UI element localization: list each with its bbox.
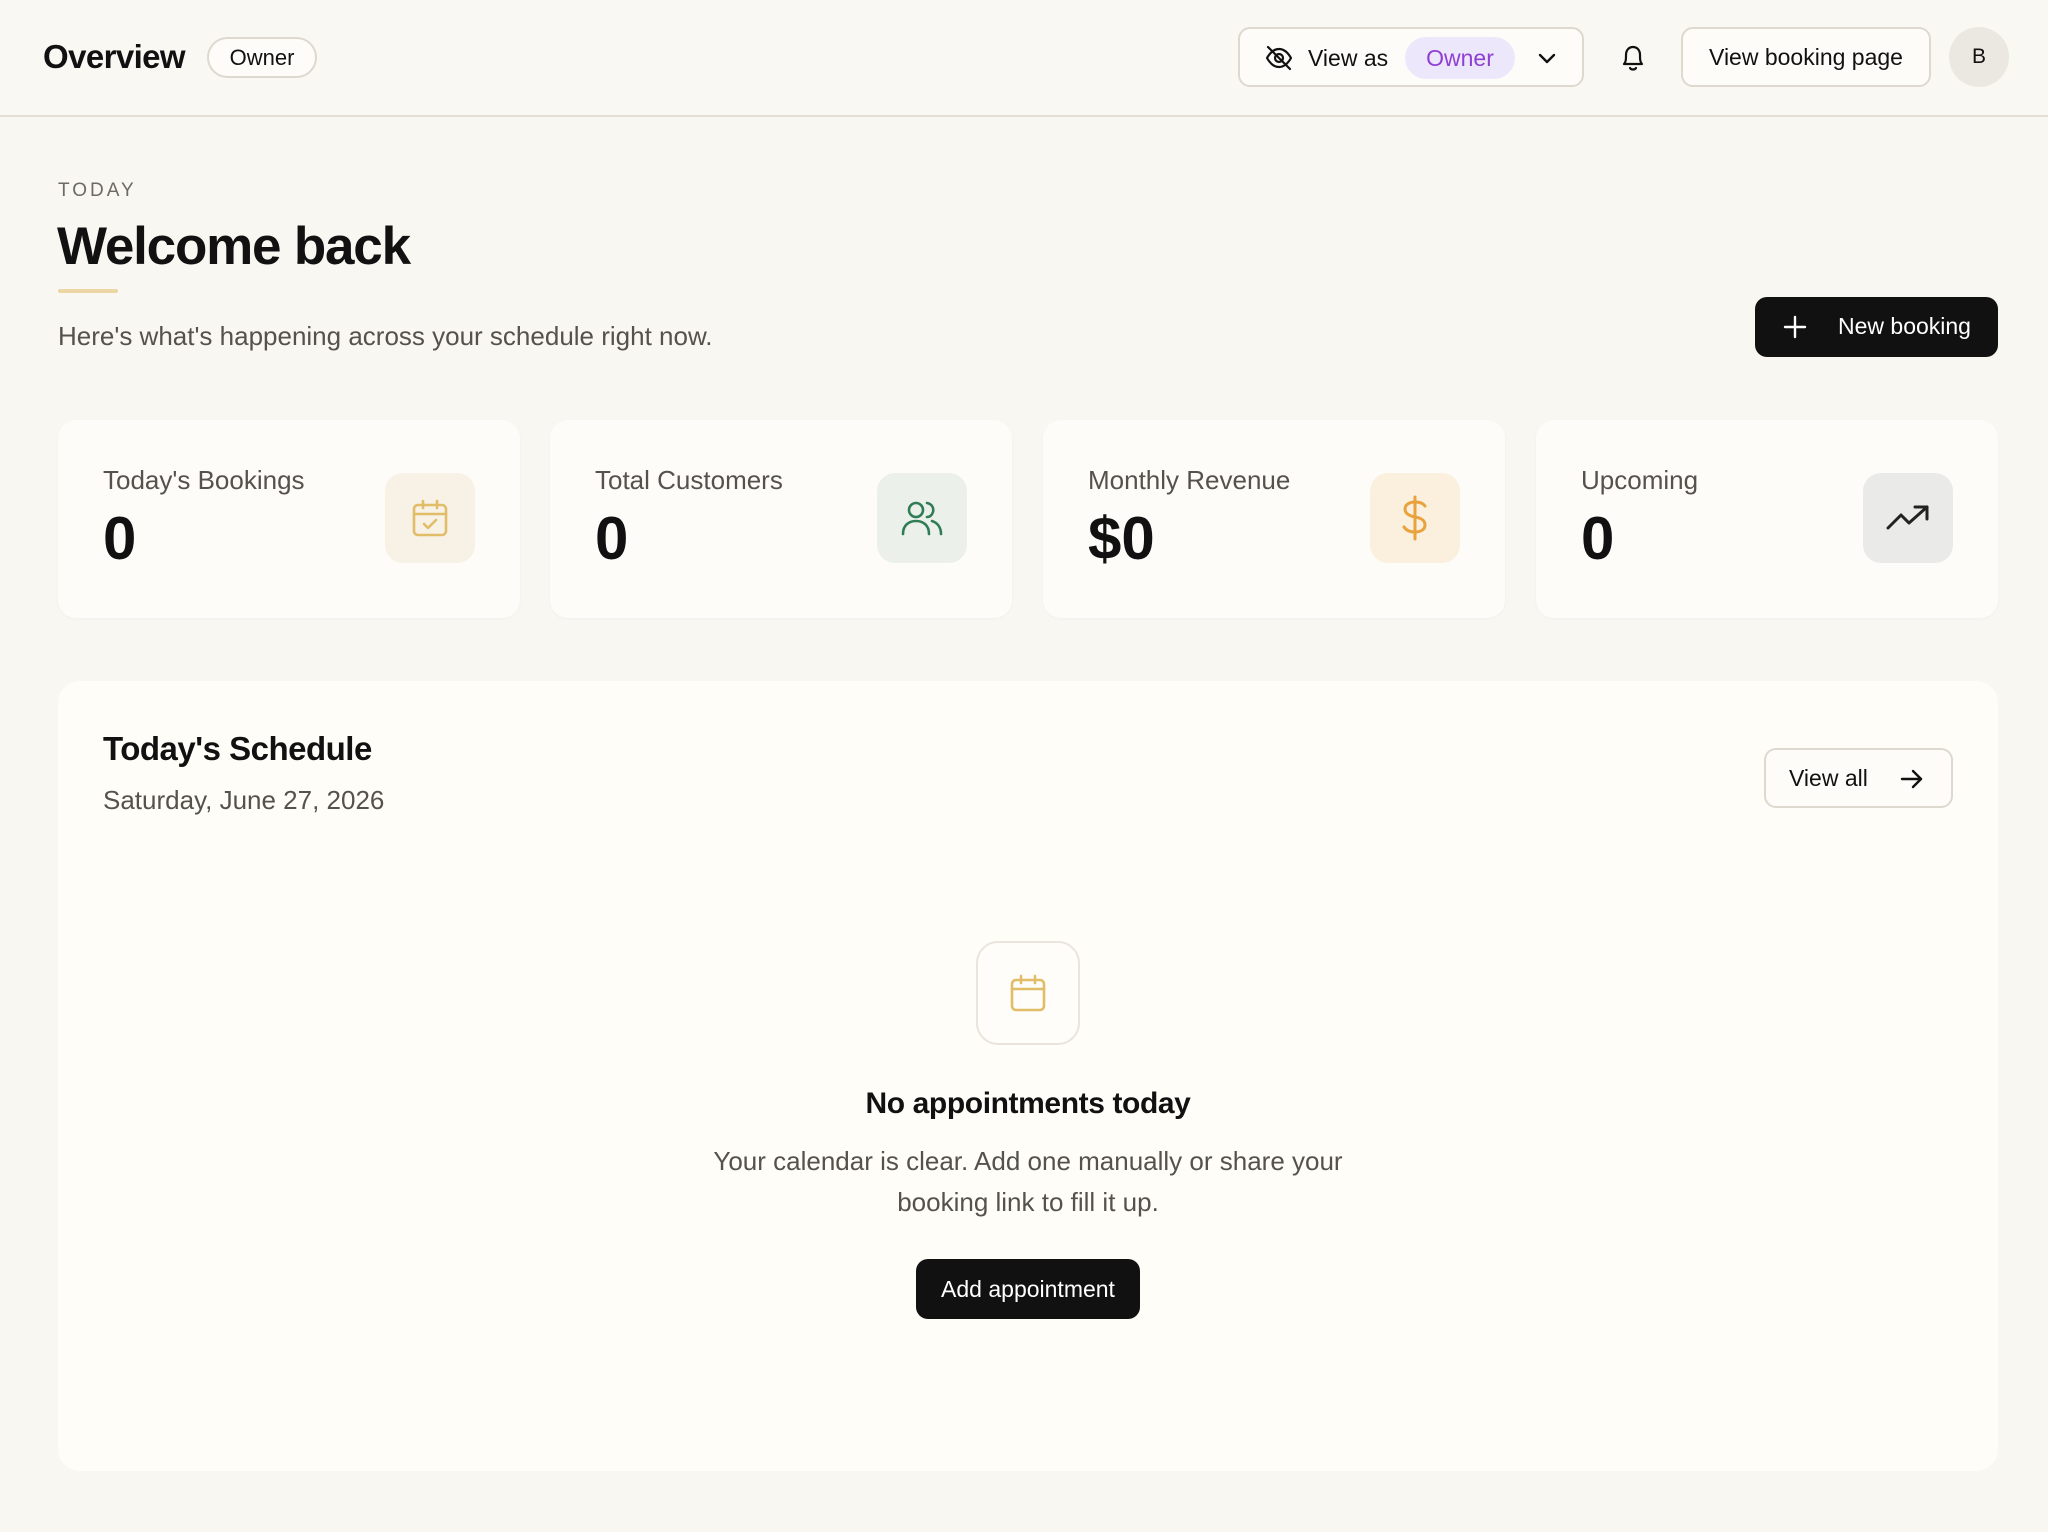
top-bar: Overview Owner View as Owner View bookin… — [0, 0, 2048, 117]
stat-card-upcoming: Upcoming 0 — [1536, 420, 1998, 618]
stat-label: Today's Bookings — [103, 465, 305, 495]
view-as-label: View as — [1308, 45, 1389, 71]
welcome-subtitle: Here's what's happening across your sche… — [58, 321, 713, 351]
view-all-label: View all — [1789, 765, 1868, 791]
empty-state-description: Your calendar is clear. Add one manually… — [713, 1146, 1343, 1217]
plus-icon — [1783, 315, 1807, 339]
view-as-dropdown[interactable]: View as Owner — [1238, 27, 1584, 87]
stat-card-todays-bookings: Today's Bookings 0 — [58, 420, 520, 618]
eye-off-icon — [1265, 45, 1293, 71]
view-as-role-badge: Owner — [1405, 37, 1515, 79]
new-booking-button[interactable]: New booking — [1755, 297, 1998, 357]
schedule-title: Today's Schedule — [103, 730, 372, 767]
stat-label: Upcoming — [1581, 465, 1699, 495]
today-eyebrow: TODAY — [58, 180, 137, 201]
stat-value: $0 — [1088, 505, 1155, 572]
schedule-date: Saturday, June 27, 2026 — [103, 785, 385, 815]
dollar-icon — [1370, 473, 1460, 563]
new-booking-label: New booking — [1838, 313, 1971, 339]
stat-label: Monthly Revenue — [1088, 465, 1291, 495]
role-badge: Owner — [207, 37, 317, 78]
stat-label: Total Customers — [595, 465, 783, 495]
bell-icon[interactable] — [1618, 42, 1648, 74]
view-booking-page-button[interactable]: View booking page — [1681, 27, 1931, 87]
todays-schedule-panel: Today's Schedule Saturday, June 27, 2026… — [58, 681, 1998, 1471]
stat-value: 0 — [103, 505, 137, 572]
arrow-right-icon — [1900, 769, 1923, 789]
empty-state-title: No appointments today — [865, 1087, 1191, 1120]
trending-up-icon — [1863, 473, 1953, 563]
add-appointment-button[interactable]: Add appointment — [916, 1259, 1140, 1319]
stat-card-monthly-revenue: Monthly Revenue $0 — [1043, 420, 1505, 618]
stat-card-total-customers: Total Customers 0 — [550, 420, 1012, 618]
page-title: Overview — [43, 38, 186, 75]
stat-value: 0 — [595, 505, 629, 572]
view-all-button[interactable]: View all — [1764, 748, 1953, 808]
calendar-icon — [976, 941, 1080, 1045]
stat-value: 0 — [1581, 505, 1615, 572]
chevron-down-icon — [1538, 53, 1556, 64]
accent-divider — [58, 289, 118, 293]
calendar-check-icon — [385, 473, 475, 563]
users-icon — [877, 473, 967, 563]
welcome-heading: Welcome back — [57, 217, 411, 276]
avatar[interactable]: B — [1949, 27, 2009, 87]
